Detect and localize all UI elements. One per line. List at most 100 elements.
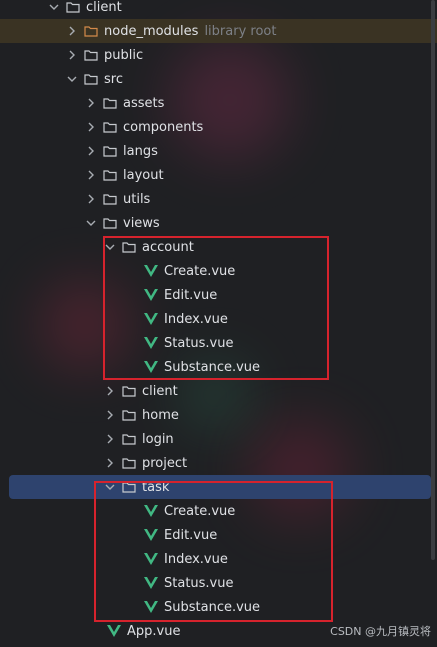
chevron-right-icon[interactable]	[104, 385, 116, 397]
tree-file-account-create[interactable]: Create.vue	[0, 259, 437, 283]
tree-item-views-client[interactable]: client	[0, 379, 437, 403]
tree-item-label: assets	[123, 95, 165, 111]
vue-icon	[144, 361, 158, 373]
tree-file-account-edit[interactable]: Edit.vue	[0, 283, 437, 307]
chevron-down-icon[interactable]	[104, 241, 116, 253]
chevron-right-icon[interactable]	[85, 193, 97, 205]
chevron-right-icon[interactable]	[66, 49, 78, 61]
tree-item-label: Edit.vue	[164, 287, 218, 303]
tree-item-label: Edit.vue	[164, 527, 218, 543]
folder-icon	[122, 457, 136, 469]
tree-item-label: layout	[123, 167, 164, 183]
tree-item-project[interactable]: project	[0, 451, 437, 475]
folder-icon	[84, 25, 98, 37]
tree-item-label: components	[123, 119, 204, 135]
tree-item-components[interactable]: components	[0, 115, 437, 139]
tree-item-public[interactable]: public	[0, 43, 437, 67]
tree-item-label: Index.vue	[164, 551, 228, 567]
tree-item-label: App.vue	[127, 623, 181, 639]
chevron-right-icon[interactable]	[66, 25, 78, 37]
library-root-hint: library root	[204, 23, 277, 39]
tree-item-label: Substance.vue	[164, 359, 261, 375]
tree-file-account-substance[interactable]: Substance.vue	[0, 355, 437, 379]
folder-icon	[103, 193, 117, 205]
tree-item-assets[interactable]: assets	[0, 91, 437, 115]
tree-item-label: Status.vue	[164, 335, 234, 351]
chevron-down-icon[interactable]	[66, 73, 78, 85]
chevron-right-icon[interactable]	[85, 121, 97, 133]
tree-item-task[interactable]: task	[9, 475, 431, 499]
tree-item-label: Create.vue	[164, 263, 236, 279]
folder-icon	[103, 145, 117, 157]
folder-icon	[66, 1, 80, 13]
vue-icon	[107, 625, 121, 637]
project-tree: client node_modules library root public …	[0, 0, 437, 647]
tree-item-label: langs	[123, 143, 158, 159]
tree-item-label: Create.vue	[164, 503, 236, 519]
tree-file-task-create[interactable]: Create.vue	[0, 499, 437, 523]
scrollbar[interactable]	[431, 0, 435, 560]
chevron-right-icon[interactable]	[85, 169, 97, 181]
tree-item-label: src	[104, 71, 123, 87]
chevron-right-icon[interactable]	[104, 433, 116, 445]
tree-item-label: node_modules	[104, 23, 199, 39]
chevron-right-icon[interactable]	[104, 409, 116, 421]
tree-item-utils[interactable]: utils	[0, 187, 437, 211]
tree-file-account-index[interactable]: Index.vue	[0, 307, 437, 331]
tree-item-label: client	[142, 383, 178, 399]
vue-icon	[144, 313, 158, 325]
tree-file-task-status[interactable]: Status.vue	[0, 571, 437, 595]
tree-file-account-status[interactable]: Status.vue	[0, 331, 437, 355]
tree-file-task-edit[interactable]: Edit.vue	[0, 523, 437, 547]
folder-icon	[103, 169, 117, 181]
tree-item-src[interactable]: src	[0, 67, 437, 91]
tree-item-node-modules[interactable]: node_modules library root	[0, 19, 437, 43]
vue-icon	[144, 505, 158, 517]
tree-item-label: Status.vue	[164, 575, 234, 591]
chevron-down-icon[interactable]	[104, 481, 116, 493]
chevron-down-icon[interactable]	[48, 1, 60, 13]
tree-item-label: views	[123, 215, 160, 231]
tree-item-label: Substance.vue	[164, 599, 261, 615]
tree-file-task-index[interactable]: Index.vue	[0, 547, 437, 571]
folder-icon	[122, 385, 136, 397]
folder-icon	[122, 409, 136, 421]
vue-icon	[144, 553, 158, 565]
tree-item-label: project	[142, 455, 188, 471]
tree-item-label: account	[142, 239, 194, 255]
tree-item-client-root[interactable]: client	[0, 0, 437, 19]
tree-item-account[interactable]: account	[0, 235, 437, 259]
folder-icon	[122, 241, 136, 253]
folder-icon	[84, 73, 98, 85]
tree-item-label: public	[104, 47, 144, 63]
vue-icon	[144, 337, 158, 349]
vue-icon	[144, 265, 158, 277]
chevron-right-icon[interactable]	[85, 145, 97, 157]
folder-icon	[84, 49, 98, 61]
tree-item-langs[interactable]: langs	[0, 139, 437, 163]
folder-icon	[103, 121, 117, 133]
tree-item-label: login	[142, 431, 174, 447]
folder-icon	[103, 217, 117, 229]
tree-item-login[interactable]: login	[0, 427, 437, 451]
folder-icon	[122, 433, 136, 445]
tree-item-label: utils	[123, 191, 151, 207]
tree-item-label: task	[142, 479, 170, 495]
vue-icon	[144, 577, 158, 589]
watermark: CSDN @九月镇灵将	[330, 625, 431, 638]
tree-item-home[interactable]: home	[0, 403, 437, 427]
chevron-right-icon[interactable]	[104, 457, 116, 469]
vue-icon	[144, 529, 158, 541]
chevron-down-icon[interactable]	[85, 217, 97, 229]
tree-item-label: Index.vue	[164, 311, 228, 327]
folder-icon	[103, 97, 117, 109]
vue-icon	[144, 289, 158, 301]
folder-icon	[122, 481, 136, 493]
tree-item-layout[interactable]: layout	[0, 163, 437, 187]
tree-file-task-substance[interactable]: Substance.vue	[0, 595, 437, 619]
tree-item-label: home	[142, 407, 179, 423]
tree-item-label: client	[86, 0, 122, 15]
tree-item-views[interactable]: views	[0, 211, 437, 235]
vue-icon	[144, 601, 158, 613]
chevron-right-icon[interactable]	[85, 97, 97, 109]
